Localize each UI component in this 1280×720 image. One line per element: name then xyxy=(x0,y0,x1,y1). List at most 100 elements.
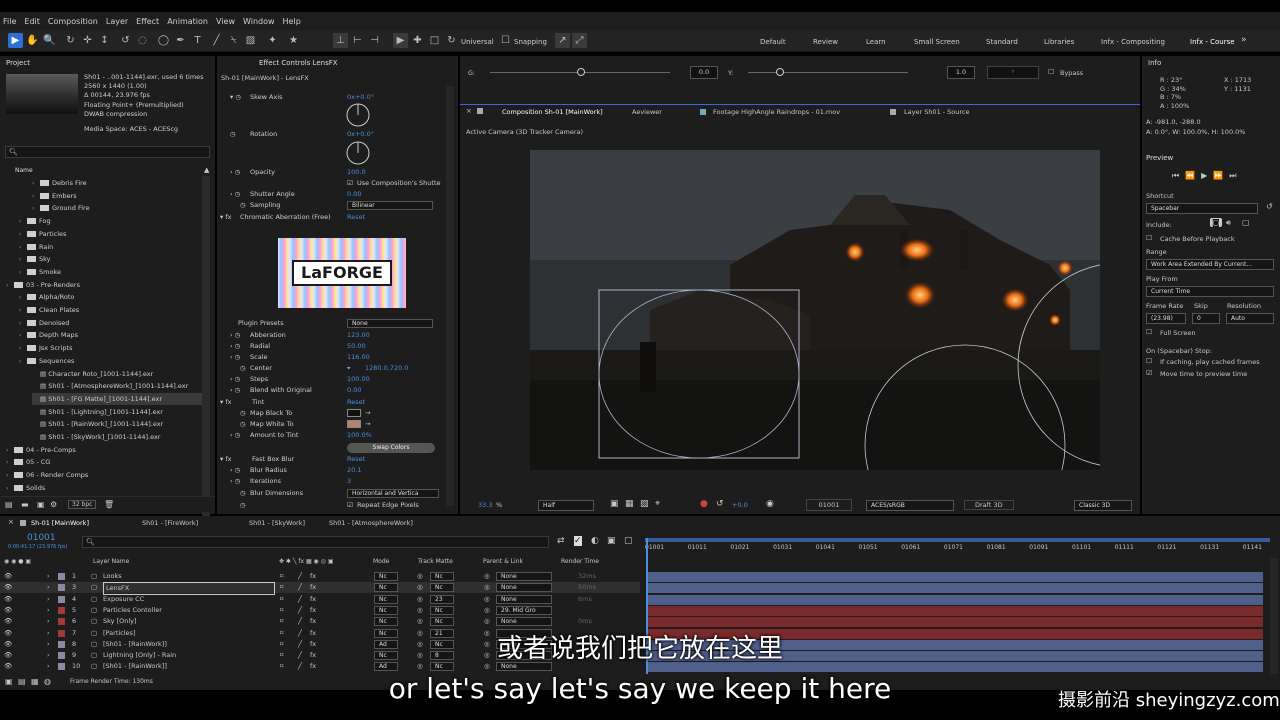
track-matte-link-icon[interactable]: ◎ xyxy=(417,605,423,616)
project-file[interactable]: ▤ Sh01 - [Lightning]_[1001-1144].exr xyxy=(32,406,163,418)
abberation-value[interactable]: 123.00 xyxy=(347,330,370,341)
full-screen-checkbox-icon[interactable]: ☐ xyxy=(1146,328,1152,336)
menu-animation[interactable]: Animation xyxy=(167,17,208,26)
effect-switch-icon[interactable]: fx xyxy=(310,605,316,616)
zoom-tool-icon[interactable]: 🔍 xyxy=(42,33,57,48)
layer-mode-dropdown[interactable]: Nc xyxy=(374,605,398,615)
map-white-eyedropper-icon[interactable]: → xyxy=(365,419,370,430)
layer-track-bar[interactable] xyxy=(648,583,1263,594)
timeline-tab-fire[interactable]: Sh01 - [FireWork] xyxy=(142,519,198,527)
layer-row[interactable]: 👁︎ › 1 ▢ Looks ⌑ ╱ fx Nc ◎ Nc ◎ None 32ms xyxy=(0,571,640,582)
anchor-tool-icon[interactable]: ◌ xyxy=(135,33,150,48)
label-color-swatch[interactable] xyxy=(58,584,65,592)
project-folder[interactable]: › 05 - CG xyxy=(6,456,50,468)
project-folder[interactable]: › Smoke xyxy=(19,266,61,278)
project-folder[interactable]: › Ground Fire xyxy=(32,202,90,214)
fbb-reset[interactable]: Reset xyxy=(347,454,365,465)
prev-frame-icon[interactable]: ⏪ xyxy=(1185,171,1201,180)
sampling-stopwatch-icon[interactable]: ◷ xyxy=(240,200,246,211)
y-slider-track[interactable] xyxy=(748,72,908,73)
menu-layer[interactable]: Layer xyxy=(106,17,128,26)
effect-switch-icon[interactable]: fx xyxy=(310,594,316,605)
layer-name[interactable]: Exposure CC xyxy=(103,594,144,605)
layer-expand-icon[interactable]: › xyxy=(47,616,50,627)
timeline-tab-sky[interactable]: Sh01 - [SkyWork] xyxy=(249,519,305,527)
layer-name[interactable]: Looks xyxy=(103,571,122,582)
project-folder[interactable]: › 06 - Render Comps xyxy=(6,469,88,481)
clone-stamp-icon[interactable]: ⍀ xyxy=(226,33,241,48)
use-comp-checkbox-icon[interactable]: ☑ xyxy=(347,178,353,189)
expand-arrow-icon[interactable]: › xyxy=(32,191,40,203)
last-frame-icon[interactable]: ⏭ xyxy=(1229,171,1242,180)
center-crosshair-icon[interactable]: ⌖ xyxy=(347,363,351,374)
project-folder[interactable]: › Depth Maps xyxy=(19,329,78,341)
layer-expand-icon[interactable]: › xyxy=(47,571,50,582)
expand-arrow-icon[interactable]: › xyxy=(19,216,27,228)
project-file[interactable]: ▤ Character Roto_[1001-1144].exr xyxy=(32,368,153,380)
region-icon[interactable]: ▣ xyxy=(610,499,619,509)
y-slider-handle[interactable] xyxy=(776,68,784,76)
layer-track-bar[interactable] xyxy=(648,594,1263,605)
project-panel-title[interactable]: Project xyxy=(0,56,215,70)
parent-pickwhip-icon[interactable]: ◎ xyxy=(484,594,490,605)
track-matte-dropdown[interactable]: Nc xyxy=(430,572,454,581)
g-slider-handle[interactable] xyxy=(577,68,585,76)
track-matte-link-icon[interactable]: ◎ xyxy=(417,616,423,627)
repeat-edge-stopwatch-icon[interactable]: ◷ xyxy=(240,500,246,511)
layer-expand-icon[interactable]: › xyxy=(47,582,50,593)
rotate-tool-icon[interactable]: ↺ xyxy=(118,33,133,48)
puppet-tool-icon[interactable]: ★ xyxy=(286,33,301,48)
layer-mode-dropdown[interactable]: Nc xyxy=(374,617,398,627)
quality-switch-icon[interactable]: ╱ xyxy=(298,594,302,605)
draft-3d-button[interactable]: Draft 3D xyxy=(964,500,1014,510)
expand-arrow-icon[interactable]: › xyxy=(19,229,27,241)
color-space-dropdown[interactable]: ACES/sRGB xyxy=(866,500,954,511)
info-title[interactable]: Info xyxy=(1142,56,1280,70)
abberation-arrow-icon[interactable]: › ◷ xyxy=(230,330,240,341)
expand-arrow-icon[interactable]: › xyxy=(19,318,27,330)
workspace-overflow-icon[interactable]: » xyxy=(1241,35,1247,45)
snapping-checkbox-icon[interactable]: ☐ xyxy=(498,33,513,48)
center-stopwatch-icon[interactable]: ◷ xyxy=(240,363,246,374)
parent-pickwhip-icon[interactable]: ◎ xyxy=(484,616,490,627)
parent-dropdown[interactable]: None xyxy=(496,594,552,604)
amount-arrow-icon[interactable]: › ◷ xyxy=(230,430,240,441)
include-video-icon[interactable]: ◙ xyxy=(1210,218,1222,227)
project-folder[interactable]: › Clean Plates xyxy=(19,304,79,316)
timeline-tab-main[interactable]: Sh-01 [MainWork] xyxy=(31,519,89,527)
pan-camera-icon[interactable]: ✛ xyxy=(80,33,95,48)
comp-mini-flowchart-icon[interactable]: ⇄ xyxy=(557,536,565,546)
opacity-value[interactable]: 100.0 xyxy=(347,167,366,178)
snapshot-icon[interactable]: ◉ xyxy=(766,499,774,509)
project-folder[interactable]: › Embers xyxy=(32,190,77,202)
effects-scrollbar[interactable] xyxy=(446,86,454,506)
iterations-value[interactable]: 3 xyxy=(347,476,351,487)
menu-window[interactable]: Window xyxy=(243,17,275,26)
play-from-dropdown[interactable]: Current Time xyxy=(1146,286,1274,297)
expand-arrow-icon[interactable]: › xyxy=(19,254,27,266)
blur-radius-value[interactable]: 20.1 xyxy=(347,465,361,476)
include-overlays-icon[interactable]: ▢ xyxy=(1242,218,1250,227)
workspace-review[interactable]: Review xyxy=(813,38,838,46)
workspace-learn[interactable]: Learn xyxy=(866,38,886,46)
frame-blend-icon[interactable]: ▢ xyxy=(624,536,633,546)
preview-resolution-dropdown[interactable]: Auto xyxy=(1226,313,1274,324)
steps-arrow-icon[interactable]: › ◷ xyxy=(230,374,240,385)
quality-switch-icon[interactable]: ╱ xyxy=(298,571,302,582)
tab-composition[interactable]: Composition Sh-01 [MainWork] xyxy=(502,108,603,116)
quality-switch-icon[interactable]: ╱ xyxy=(298,616,302,627)
include-audio-icon[interactable]: 🔊︎ xyxy=(1226,218,1231,228)
hand-tool-icon[interactable]: ✋ xyxy=(25,33,40,48)
project-folder[interactable]: › Fog xyxy=(19,215,51,227)
opacity-arrow-icon[interactable]: › ◷ xyxy=(230,167,240,178)
dolly-camera-icon[interactable]: ↕ xyxy=(97,33,112,48)
shutter-arrow-icon[interactable]: › ◷ xyxy=(230,189,240,200)
if-caching-checkbox-icon[interactable]: ☐ xyxy=(1146,357,1152,365)
reset-exposure-icon[interactable]: ↺ xyxy=(716,499,724,509)
draft-toggle-icon[interactable]: ✓ xyxy=(574,536,582,546)
project-folder[interactable]: › Particles xyxy=(19,228,66,240)
parent-dropdown[interactable]: 29. Mid Gro xyxy=(496,605,552,615)
preview-title[interactable]: Preview xyxy=(1146,154,1173,162)
menu-effect[interactable]: Effect xyxy=(136,17,159,26)
workspace-libraries[interactable]: Libraries xyxy=(1044,38,1074,46)
